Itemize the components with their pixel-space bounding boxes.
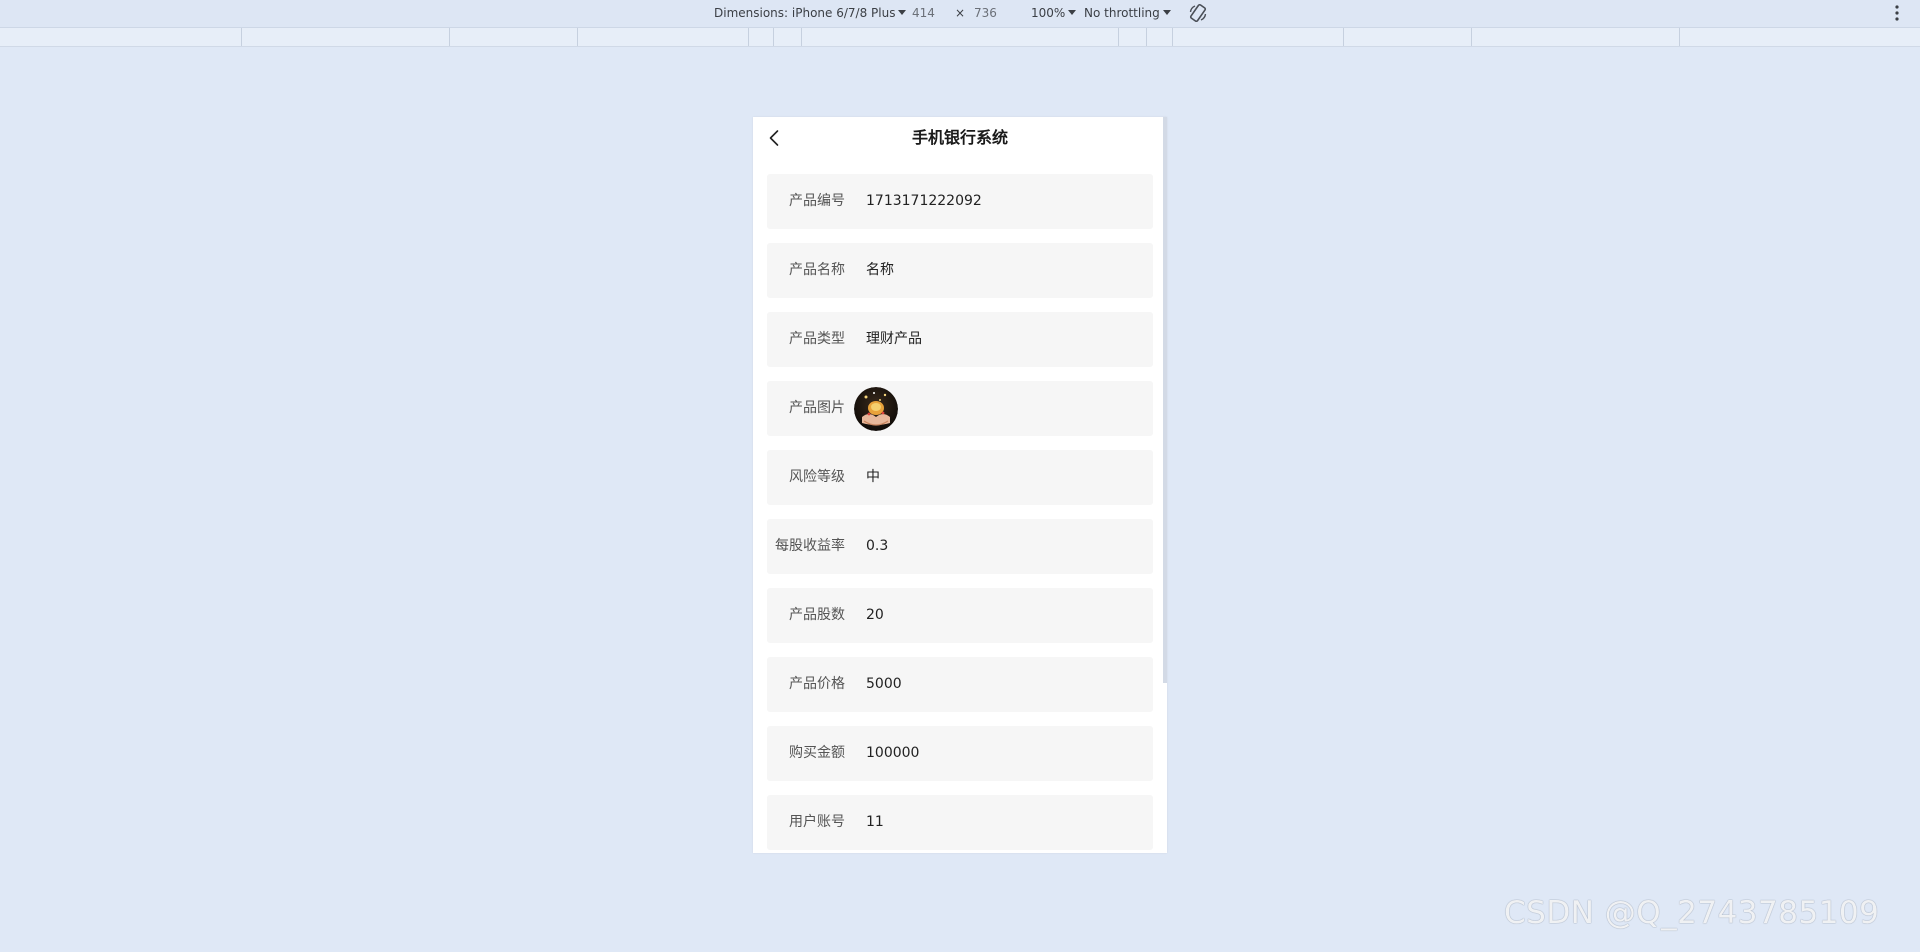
chevron-left-icon[interactable] xyxy=(765,128,785,148)
ruler-tick xyxy=(773,28,774,46)
detail-value: 0.3 xyxy=(866,538,889,554)
ruler-tick xyxy=(1471,28,1472,46)
detail-value: 11 xyxy=(866,814,884,830)
ruler-tick xyxy=(748,28,749,46)
zoom-select[interactable]: 100% xyxy=(1031,0,1077,27)
detail-value: 100000 xyxy=(866,745,920,761)
detail-row-product-id: 产品编号 1713171222092 xyxy=(767,174,1153,229)
throttling-select[interactable]: No throttling xyxy=(1084,0,1171,27)
detail-row-product-type: 产品类型 理财产品 xyxy=(767,312,1153,367)
detail-row-purchase-amount: 购买金额 100000 xyxy=(767,726,1153,781)
ruler-tick xyxy=(801,28,802,46)
throttling-select-label: No throttling xyxy=(1084,6,1160,20)
detail-value: 中 xyxy=(866,469,880,485)
detail-row-user-account: 用户账号 11 xyxy=(767,795,1153,850)
caret-down-icon xyxy=(1162,10,1171,15)
detail-label: 产品名称 xyxy=(789,262,845,278)
device-toolbar: Dimensions: iPhone 6/7/8 Plus 414 × 736 … xyxy=(0,0,1920,28)
ruler-tick xyxy=(1172,28,1173,46)
dimension-separator: × xyxy=(955,6,966,20)
detail-row-risk-level: 风险等级 中 xyxy=(767,450,1153,505)
detail-label: 风险等级 xyxy=(789,469,845,485)
device-select[interactable]: Dimensions: iPhone 6/7/8 Plus xyxy=(714,0,907,27)
detail-row-product-name: 产品名称 名称 xyxy=(767,243,1153,298)
media-query-ruler[interactable] xyxy=(0,28,1920,47)
detail-value: 名称 xyxy=(866,262,894,278)
page-title: 手机银行系统 xyxy=(911,128,1008,147)
more-vertical-icon[interactable] xyxy=(1893,4,1901,22)
ruler-tick xyxy=(241,28,242,46)
detail-label: 产品类型 xyxy=(789,331,845,347)
detail-label: 用户账号 xyxy=(789,814,845,830)
ruler-tick xyxy=(449,28,450,46)
detail-label: 产品价格 xyxy=(789,676,845,692)
mobile-viewport: 手机银行系统 产品编号 1713171222092 产品名称 名称 产品类型 理… xyxy=(753,117,1167,853)
detail-value: 5000 xyxy=(866,676,902,692)
ruler-tick xyxy=(1343,28,1344,46)
detail-label: 购买金额 xyxy=(789,745,845,761)
ruler-tick xyxy=(1118,28,1119,46)
device-select-label: Dimensions: iPhone 6/7/8 Plus xyxy=(714,6,896,20)
ruler-tick xyxy=(1146,28,1147,46)
detail-value: 20 xyxy=(866,607,884,623)
watermark: CSDN @Q_2743785109 xyxy=(1504,895,1880,931)
scrollbar[interactable] xyxy=(1163,117,1167,683)
detail-label: 每股收益率 xyxy=(775,538,845,554)
product-image-graphic xyxy=(854,387,898,431)
ruler-tick xyxy=(577,28,578,46)
detail-row-price: 产品价格 5000 xyxy=(767,657,1153,712)
detail-label: 产品股数 xyxy=(789,607,845,623)
detail-label: 产品编号 xyxy=(789,193,845,209)
detail-label: 产品图片 xyxy=(789,400,845,416)
rotate-device-icon[interactable] xyxy=(1188,3,1208,23)
detail-value: 1713171222092 xyxy=(866,193,982,209)
detail-list: 产品编号 1713171222092 产品名称 名称 产品类型 理财产品 产品图… xyxy=(767,174,1153,853)
detail-row-share-count: 产品股数 20 xyxy=(767,588,1153,643)
height-input[interactable]: 736 xyxy=(974,0,997,27)
detail-row-product-image: 产品图片 xyxy=(767,381,1153,436)
caret-down-icon xyxy=(1068,10,1077,15)
width-input[interactable]: 414 xyxy=(912,0,935,27)
zoom-select-label: 100% xyxy=(1031,6,1066,20)
nav-bar: 手机银行系统 xyxy=(753,117,1167,159)
product-image-thumbnail[interactable] xyxy=(854,387,898,431)
caret-down-icon xyxy=(898,10,907,15)
detail-row-earnings-per-share: 每股收益率 0.3 xyxy=(767,519,1153,574)
detail-value: 理财产品 xyxy=(866,331,922,347)
ruler-tick xyxy=(1679,28,1680,46)
